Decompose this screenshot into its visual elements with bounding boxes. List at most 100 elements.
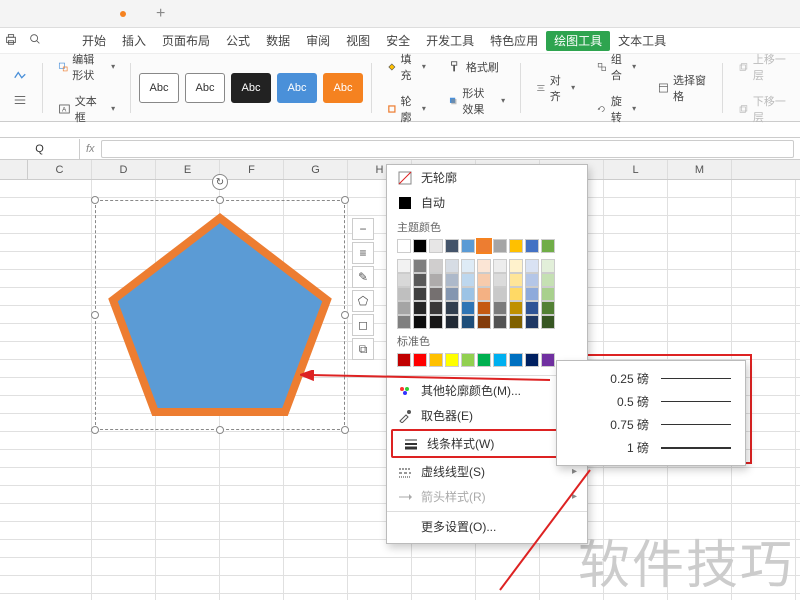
resize-handle[interactable] xyxy=(216,426,224,434)
color-swatch[interactable] xyxy=(413,353,427,367)
rotate-handle-icon[interactable]: ↻ xyxy=(212,174,228,190)
resize-handle[interactable] xyxy=(91,311,99,319)
line-weight-option[interactable]: 1 磅 xyxy=(557,436,745,459)
color-swatch[interactable] xyxy=(525,353,539,367)
color-swatch[interactable] xyxy=(493,273,507,287)
color-swatch[interactable] xyxy=(493,315,507,329)
outline-button[interactable]: 轮廓▾ xyxy=(380,90,433,128)
format-painter-button[interactable]: 格式刷 xyxy=(441,56,512,78)
selection-pane-button[interactable]: 选择窗格 xyxy=(651,69,714,107)
color-swatch[interactable] xyxy=(445,273,459,287)
mini-tool-3[interactable]: ⬠ xyxy=(352,290,374,312)
color-swatch[interactable] xyxy=(461,315,475,329)
color-swatch[interactable] xyxy=(493,287,507,301)
color-swatch[interactable] xyxy=(413,273,427,287)
column-header[interactable]: C xyxy=(28,160,92,179)
spreadsheet-grid[interactable]: CDEFGHIJKLM ↻ −≡✎⬠◻⧉ 无轮廓 自动 主题颜色 标准色 xyxy=(0,160,800,600)
color-swatch[interactable] xyxy=(429,301,443,315)
pentagon-shape[interactable] xyxy=(105,210,335,420)
color-swatch[interactable] xyxy=(445,239,459,253)
style-sample-4[interactable]: Abc xyxy=(277,73,317,103)
color-swatch[interactable] xyxy=(429,259,443,273)
line-style-item[interactable]: 线条样式(W) ▸ xyxy=(391,429,583,458)
mini-tool-2[interactable]: ✎ xyxy=(352,266,374,288)
menu-item-5[interactable]: 审阅 xyxy=(298,31,338,51)
print-icon[interactable] xyxy=(4,32,18,49)
mini-tool-0[interactable]: − xyxy=(352,218,374,240)
color-swatch[interactable] xyxy=(509,287,523,301)
color-swatch[interactable] xyxy=(525,287,539,301)
color-swatch[interactable] xyxy=(493,239,507,253)
resize-handle[interactable] xyxy=(91,196,99,204)
auto-color-item[interactable]: 自动 xyxy=(387,190,587,215)
color-swatch[interactable] xyxy=(413,239,427,253)
color-swatch[interactable] xyxy=(541,301,555,315)
resize-handle[interactable] xyxy=(216,196,224,204)
color-swatch[interactable] xyxy=(541,273,555,287)
group-button[interactable]: 组合▾ xyxy=(590,48,643,86)
mini-tool-5[interactable]: ⧉ xyxy=(352,338,374,360)
color-swatch[interactable] xyxy=(525,239,539,253)
mini-tool-4[interactable]: ◻ xyxy=(352,314,374,336)
color-swatch[interactable] xyxy=(541,315,555,329)
color-swatch[interactable] xyxy=(541,287,555,301)
menu-item-2[interactable]: 页面布局 xyxy=(154,31,218,51)
fx-icon[interactable]: fx xyxy=(80,143,101,155)
color-swatch[interactable] xyxy=(445,315,459,329)
color-swatch[interactable] xyxy=(397,273,411,287)
color-swatch[interactable] xyxy=(429,239,443,253)
color-swatch[interactable] xyxy=(493,353,507,367)
line-weight-option[interactable]: 0.5 磅 xyxy=(557,390,745,413)
color-swatch[interactable] xyxy=(397,353,411,367)
resize-handle[interactable] xyxy=(341,311,349,319)
resize-handle[interactable] xyxy=(91,426,99,434)
formula-input[interactable] xyxy=(101,140,794,158)
column-header[interactable]: M xyxy=(668,160,732,179)
color-swatch[interactable] xyxy=(445,287,459,301)
color-swatch[interactable] xyxy=(509,259,523,273)
color-swatch[interactable] xyxy=(397,287,411,301)
color-swatch[interactable] xyxy=(525,315,539,329)
color-swatch[interactable] xyxy=(397,259,411,273)
arrow-style-item[interactable]: 箭头样式(R) ▸ xyxy=(387,484,587,509)
color-swatch[interactable] xyxy=(413,259,427,273)
color-swatch[interactable] xyxy=(461,287,475,301)
line-weight-option[interactable]: 0.25 磅 xyxy=(557,367,745,390)
menu-item-9[interactable]: 特色应用 xyxy=(482,31,546,51)
color-swatch[interactable] xyxy=(461,353,475,367)
column-header[interactable]: D xyxy=(92,160,156,179)
color-swatch[interactable] xyxy=(509,273,523,287)
mini-tool-1[interactable]: ≡ xyxy=(352,242,374,264)
edit-shape-button[interactable]: 编辑形状▾ xyxy=(51,48,122,86)
line-weight-option[interactable]: 0.75 磅 xyxy=(557,413,745,436)
style-sample-2[interactable]: Abc xyxy=(185,73,225,103)
color-swatch[interactable] xyxy=(429,273,443,287)
align-button[interactable]: 对齐▾ xyxy=(529,69,582,107)
color-swatch[interactable] xyxy=(509,239,523,253)
color-swatch[interactable] xyxy=(461,273,475,287)
color-swatch[interactable] xyxy=(445,259,459,273)
preview-icon[interactable] xyxy=(28,32,42,49)
color-swatch[interactable] xyxy=(397,315,411,329)
style-sample-1[interactable]: Abc xyxy=(139,73,179,103)
resize-handle[interactable] xyxy=(341,426,349,434)
color-swatch[interactable] xyxy=(525,273,539,287)
color-swatch[interactable] xyxy=(477,353,491,367)
color-swatch[interactable] xyxy=(461,259,475,273)
color-swatch[interactable] xyxy=(493,259,507,273)
shape-picker-icon[interactable] xyxy=(6,66,34,86)
color-swatch[interactable] xyxy=(541,353,555,367)
color-swatch[interactable] xyxy=(509,301,523,315)
shape-style-gallery[interactable]: Abc Abc Abc Abc Abc xyxy=(139,73,363,103)
color-swatch[interactable] xyxy=(477,259,491,273)
style-sample-3[interactable]: Abc xyxy=(231,73,271,103)
color-swatch[interactable] xyxy=(477,273,491,287)
column-header[interactable]: G xyxy=(284,160,348,179)
color-swatch[interactable] xyxy=(429,353,443,367)
color-swatch[interactable] xyxy=(445,301,459,315)
color-swatch[interactable] xyxy=(461,239,475,253)
color-swatch[interactable] xyxy=(493,301,507,315)
column-header[interactable]: E xyxy=(156,160,220,179)
menu-item-3[interactable]: 公式 xyxy=(218,31,258,51)
fill-button[interactable]: 填充▾ xyxy=(380,48,433,86)
